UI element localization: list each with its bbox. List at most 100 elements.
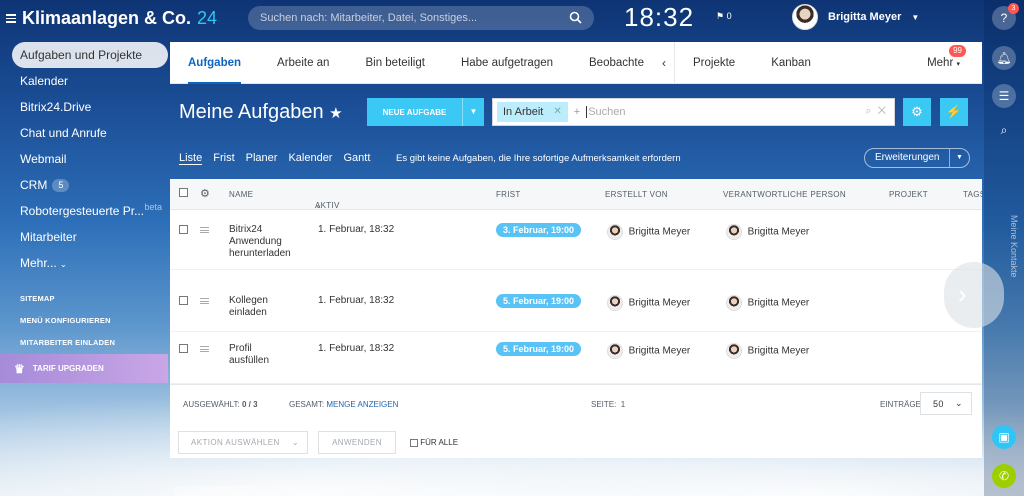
app-title: Klimaanlagen & Co. — [22, 7, 192, 28]
task-creator[interactable]: Brigitta Meyer — [607, 343, 690, 359]
show-count-link[interactable]: MENGE ANZEIGEN — [326, 400, 398, 409]
search-clear-icons[interactable]: ⌕ ✕ — [865, 105, 886, 118]
task-deadline-badge[interactable]: 5. Februar, 19:00 — [496, 294, 582, 308]
flag-counter[interactable]: ⚑ 0 — [716, 11, 732, 22]
view-planner[interactable]: Planer — [246, 152, 278, 165]
bottom-toolbar — [174, 486, 254, 496]
table-row[interactable]: Profil ausfüllen 1. Februar, 18:32 5. Fe… — [170, 332, 982, 384]
nav-item-tasks[interactable]: Aufgaben und Projekte — [12, 42, 168, 68]
timeline-button[interactable]: ▣ — [992, 425, 1016, 449]
tab-participating[interactable]: Bin beteiligt — [347, 42, 442, 84]
tab-projects[interactable]: Projekte — [675, 42, 753, 84]
drag-handle-icon[interactable] — [200, 227, 209, 233]
global-search-input[interactable]: Suchen nach: Mitarbeiter, Datei, Sonstig… — [248, 6, 594, 30]
table-row[interactable]: Bitrix24 Anwendung herunterladen 1. Febr… — [170, 210, 982, 270]
for-all-option[interactable]: FÜR ALLE — [410, 438, 458, 447]
table-row[interactable]: Kollegen einladen 1. Februar, 18:32 5. F… — [170, 270, 982, 332]
nav-item-webmail[interactable]: Webmail — [0, 146, 168, 172]
help-button[interactable]: ? 3 — [992, 3, 1019, 30]
drag-handle-icon[interactable] — [200, 346, 209, 352]
app-logo[interactable]: Klimaanlagen & Co. 24 — [0, 8, 246, 29]
task-name[interactable]: Bitrix24 Anwendung herunterladen — [229, 224, 309, 260]
tab-more[interactable]: Mehr ▾ 99 — [927, 42, 966, 84]
nav-item-more[interactable]: Mehr... ⌄ — [0, 250, 168, 276]
chevron-down-icon[interactable]: ▼ — [949, 149, 969, 167]
new-task-button[interactable]: NEUE AUFGABE ▼ — [367, 98, 484, 126]
column-project[interactable]: PROJEKT — [889, 190, 928, 199]
view-deadline[interactable]: Frist — [213, 152, 234, 165]
crm-counter-badge: 5 — [52, 179, 70, 193]
clock[interactable]: 18:32 — [624, 2, 694, 33]
row-checkbox[interactable] — [179, 344, 188, 353]
plus-icon[interactable]: + — [574, 106, 580, 118]
task-responsible[interactable]: Brigitta Meyer — [726, 295, 809, 311]
tasks-grid: ⚙ NAME AKTIV ⌄ FRIST ERSTELLT VON VERANT… — [170, 179, 982, 458]
filter-search-input[interactable]: In Arbeit ✕ + Suchen ⌕ ✕ — [492, 98, 895, 126]
avatar — [792, 4, 818, 30]
filter-chip[interactable]: In Arbeit ✕ — [497, 102, 568, 122]
sitemap-link[interactable]: SITEMAP — [0, 288, 168, 310]
row-checkbox[interactable] — [179, 225, 188, 234]
page-title: Meine Aufgaben ★ — [179, 101, 343, 124]
contacts-label[interactable]: Meine Kontakte — [1009, 215, 1019, 278]
column-tags[interactable]: TAGS — [963, 190, 982, 199]
search-button[interactable]: ⌕ — [992, 118, 1016, 142]
automation-button[interactable]: ⚡ — [940, 98, 968, 126]
new-task-label: NEUE AUFGABE — [382, 107, 447, 117]
task-creator[interactable]: Brigitta Meyer — [607, 295, 690, 311]
upgrade-label: TARIF UPGRADEN — [32, 364, 104, 373]
tab-kanban[interactable]: Kanban — [753, 42, 829, 84]
column-deadline[interactable]: FRIST — [496, 190, 521, 199]
user-menu[interactable]: Brigitta Meyer ▼ — [792, 4, 919, 30]
tab-tasks[interactable]: Aufgaben — [170, 42, 259, 84]
nav-item-employees[interactable]: Mitarbeiter — [0, 224, 168, 250]
tab-following[interactable]: Beobachte — [571, 42, 662, 84]
avatar — [607, 224, 623, 240]
notifications-button[interactable]: 🔔︎ — [992, 46, 1016, 70]
nav-item-crm[interactable]: CRM 5 — [0, 172, 168, 198]
task-deadline-badge[interactable]: 3. Februar, 19:00 — [496, 223, 582, 237]
view-calendar[interactable]: Kalender — [288, 152, 332, 165]
for-all-checkbox[interactable] — [410, 438, 418, 447]
flag-count: 0 — [726, 11, 732, 21]
tab-working-on[interactable]: Arbeite an — [259, 42, 347, 84]
view-list[interactable]: Liste — [179, 152, 203, 165]
task-responsible[interactable]: Brigitta Meyer — [726, 224, 809, 240]
task-name[interactable]: Kollegen einladen — [229, 295, 289, 319]
chevron-down-icon[interactable]: ▼ — [462, 98, 484, 126]
search-icon[interactable] — [569, 11, 582, 24]
left-menu: Aufgaben und Projekte Kalender Bitrix24.… — [0, 42, 168, 354]
chevron-right-icon[interactable]: › — [944, 262, 1004, 328]
chevron-left-icon[interactable]: ‹ — [662, 56, 666, 70]
configure-menu-link[interactable]: MENÜ KONFIGURIEREN — [0, 310, 168, 332]
extensions-button[interactable]: Erweiterungen ▼ — [864, 148, 970, 168]
view-gantt[interactable]: Gantt — [343, 152, 370, 165]
tab-assigned[interactable]: Habe aufgetragen — [443, 42, 571, 84]
gear-icon[interactable]: ⚙ — [200, 187, 210, 200]
action-select[interactable]: AKTION AUSWÄHLEN ⌄ — [178, 431, 308, 454]
nav-item-calendar[interactable]: Kalender — [0, 68, 168, 94]
task-creator[interactable]: Brigitta Meyer — [607, 224, 690, 240]
task-responsible[interactable]: Brigitta Meyer — [726, 343, 809, 359]
column-responsible[interactable]: VERANTWORTLICHE PERSON — [723, 190, 846, 199]
call-button[interactable]: ✆ — [992, 464, 1016, 488]
select-all-checkbox[interactable] — [179, 188, 188, 197]
invite-employees-link[interactable]: MITARBEITER EINLADEN — [0, 332, 168, 354]
close-icon[interactable]: ✕ — [553, 102, 561, 122]
menu-icon[interactable] — [6, 13, 16, 23]
drag-handle-icon[interactable] — [200, 298, 209, 304]
messenger-button[interactable]: ☰ — [992, 84, 1016, 108]
settings-button[interactable]: ⚙ — [903, 98, 931, 126]
apply-button[interactable]: ANWENDEN — [318, 431, 396, 454]
nav-item-rpa[interactable]: Robotergesteuerte Pr... beta — [0, 198, 168, 224]
column-name[interactable]: NAME — [229, 190, 253, 199]
column-created-by[interactable]: ERSTELLT VON — [605, 190, 668, 199]
row-checkbox[interactable] — [179, 296, 188, 305]
nav-item-chat[interactable]: Chat und Anrufe — [0, 120, 168, 146]
entries-select[interactable]: 50 ⌄ — [920, 392, 972, 415]
nav-item-drive[interactable]: Bitrix24.Drive — [0, 94, 168, 120]
task-name[interactable]: Profil ausfüllen — [229, 343, 289, 367]
star-icon[interactable]: ★ — [329, 105, 342, 122]
task-deadline-badge[interactable]: 5. Februar, 19:00 — [496, 342, 582, 356]
upgrade-plan-button[interactable]: ♛ TARIF UPGRADEN — [0, 354, 168, 383]
